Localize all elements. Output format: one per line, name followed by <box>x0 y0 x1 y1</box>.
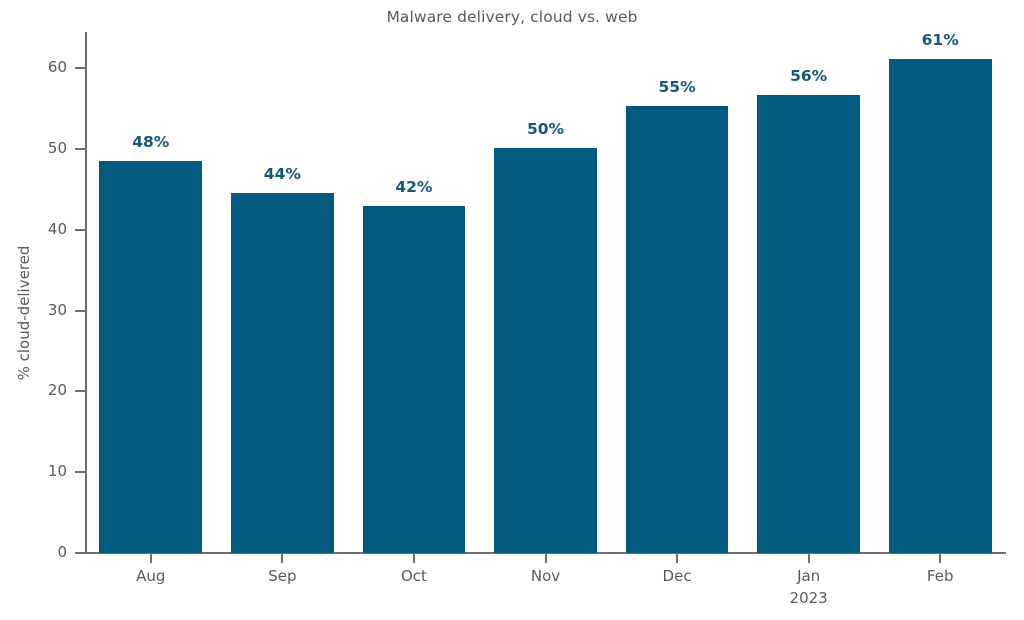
x-axis-tick <box>544 554 547 563</box>
y-axis-tick-label: 30 <box>47 300 67 319</box>
x-axis-tick <box>939 554 942 563</box>
y-axis-tick-label: 40 <box>47 219 67 238</box>
bar-value-label: 42% <box>395 178 433 197</box>
x-axis-tick-label-text: Dec <box>662 567 692 585</box>
x-axis-tick <box>807 554 810 563</box>
chart-figure: Malware delivery, cloud vs. web % cloud-… <box>0 0 1024 620</box>
chart-title: Malware delivery, cloud vs. web <box>386 8 638 26</box>
bar[interactable] <box>625 105 729 553</box>
bar[interactable] <box>494 147 597 553</box>
bar-value-label: 48% <box>132 133 170 152</box>
bar[interactable] <box>362 206 466 553</box>
x-axis-tick-label-text: Sep <box>268 567 297 585</box>
x-axis-tick-label-text: Aug <box>136 567 166 585</box>
x-axis-tick-label: Feb <box>860 566 1020 588</box>
y-axis-tick-label: 60 <box>47 58 67 77</box>
bar[interactable] <box>757 95 860 553</box>
x-axis-tick-sublabel: 2023 <box>789 588 828 607</box>
y-axis-tick <box>75 471 85 474</box>
bar-value-label: 50% <box>526 119 565 138</box>
y-axis-tick-label: 20 <box>47 381 67 400</box>
bar[interactable] <box>888 58 992 553</box>
x-axis-tick <box>149 554 152 563</box>
y-axis-tick <box>75 390 85 393</box>
y-axis-spine <box>85 32 87 554</box>
y-axis-tick <box>75 309 85 312</box>
x-axis-tick-label-text: Feb <box>926 567 954 585</box>
x-axis-tick <box>281 554 284 563</box>
y-axis-tick-label: 0 <box>57 543 67 561</box>
y-axis-tick-label: 50 <box>47 139 67 158</box>
bar-value-label: 56% <box>790 67 828 85</box>
x-axis-tick-label-text: Oct <box>400 567 427 585</box>
x-axis-tick-label-text: Jan <box>797 567 821 585</box>
x-axis-tick <box>676 554 679 563</box>
bar[interactable] <box>99 161 203 553</box>
x-axis-tick <box>412 554 415 563</box>
y-axis-tick <box>75 552 85 554</box>
y-axis-tick <box>75 67 85 70</box>
bar[interactable] <box>231 192 334 553</box>
y-axis-tick <box>75 228 85 231</box>
bar-value-label: 61% <box>921 30 959 49</box>
y-axis-tick-label: 10 <box>47 462 67 481</box>
x-axis-tick-label-text: Nov <box>530 567 561 585</box>
